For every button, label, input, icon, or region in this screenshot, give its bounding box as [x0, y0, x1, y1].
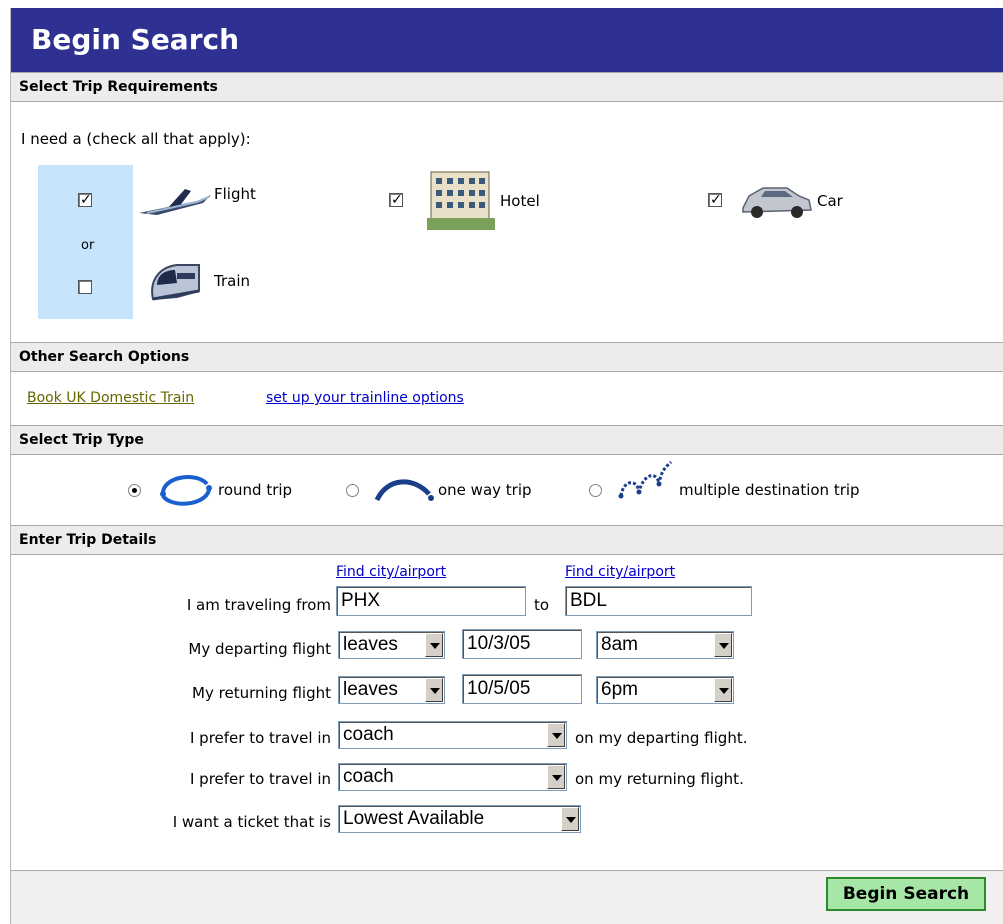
find-city-airport-from-link[interactable]: Find city/airport	[336, 564, 446, 580]
ticket-type-select[interactable]: Lowest Available	[338, 805, 581, 833]
section-header-trip-type: Select Trip Type	[11, 425, 1003, 455]
train-icon	[147, 261, 203, 307]
search-form: Begin Search Select Trip Requirements I …	[10, 8, 1003, 924]
hotel-building-icon	[427, 168, 495, 234]
from-label: I am traveling from	[186, 596, 331, 614]
hotel-label: Hotel	[500, 192, 540, 210]
return-class-suffix: on my returning flight.	[575, 770, 744, 788]
multiple-destination-icon	[617, 460, 677, 504]
car-checkbox[interactable]: ✓	[708, 192, 722, 208]
return-class-label: I prefer to travel in	[189, 770, 331, 788]
find-city-airport-to-link[interactable]: Find city/airport	[565, 564, 675, 580]
round-trip-label: round trip	[218, 481, 293, 499]
ticket-label: I want a ticket that is	[172, 813, 331, 831]
page-title: Begin Search	[11, 8, 1003, 72]
return-class-select[interactable]: coach	[338, 763, 567, 791]
round-trip-radio[interactable]	[128, 484, 141, 497]
section-header-other: Other Search Options	[11, 342, 1003, 372]
depart-class-label: I prefer to travel in	[189, 729, 331, 747]
from-city-input[interactable]: PHX	[336, 586, 526, 616]
one-way-label: one way trip	[438, 481, 532, 499]
depart-leaves-select[interactable]: leaves	[338, 631, 445, 659]
return-time-select[interactable]: 6pm	[596, 676, 734, 704]
multiple-destination-radio[interactable]	[589, 484, 602, 497]
depart-class-suffix: on my departing flight.	[575, 729, 748, 747]
airplane-icon	[137, 183, 213, 223]
to-city-input[interactable]: BDL	[565, 586, 752, 616]
returning-label: My returning flight	[192, 684, 331, 702]
section-header-requirements: Select Trip Requirements	[11, 72, 1003, 102]
trainline-options-link[interactable]: set up your trainline options	[266, 390, 464, 406]
book-uk-train-link[interactable]: Book UK Domestic Train	[27, 390, 194, 406]
hotel-checkbox[interactable]: ✓	[389, 192, 403, 208]
flight-checkbox[interactable]: ✓	[78, 192, 92, 208]
return-leaves-select[interactable]: leaves	[338, 676, 445, 704]
departing-label: My departing flight	[188, 640, 331, 658]
car-label: Car	[817, 192, 843, 210]
to-label: to	[534, 596, 550, 614]
return-date-input[interactable]: 10/5/05	[462, 674, 582, 704]
car-icon	[741, 178, 813, 226]
round-trip-icon	[157, 470, 215, 514]
depart-date-input[interactable]: 10/3/05	[462, 629, 582, 659]
multiple-destination-label: multiple destination trip	[679, 481, 860, 499]
flight-label: Flight	[214, 185, 256, 203]
begin-search-button[interactable]: Begin Search	[826, 877, 986, 911]
depart-time-select[interactable]: 8am	[596, 631, 734, 659]
one-way-icon	[373, 476, 435, 508]
section-header-details: Enter Trip Details	[11, 525, 1003, 555]
one-way-radio[interactable]	[346, 484, 359, 497]
or-label: or	[81, 238, 95, 253]
train-checkbox[interactable]	[78, 280, 92, 294]
requirements-prompt: I need a (check all that apply):	[21, 130, 251, 148]
train-label: Train	[214, 272, 250, 290]
depart-class-select[interactable]: coach	[338, 721, 567, 749]
